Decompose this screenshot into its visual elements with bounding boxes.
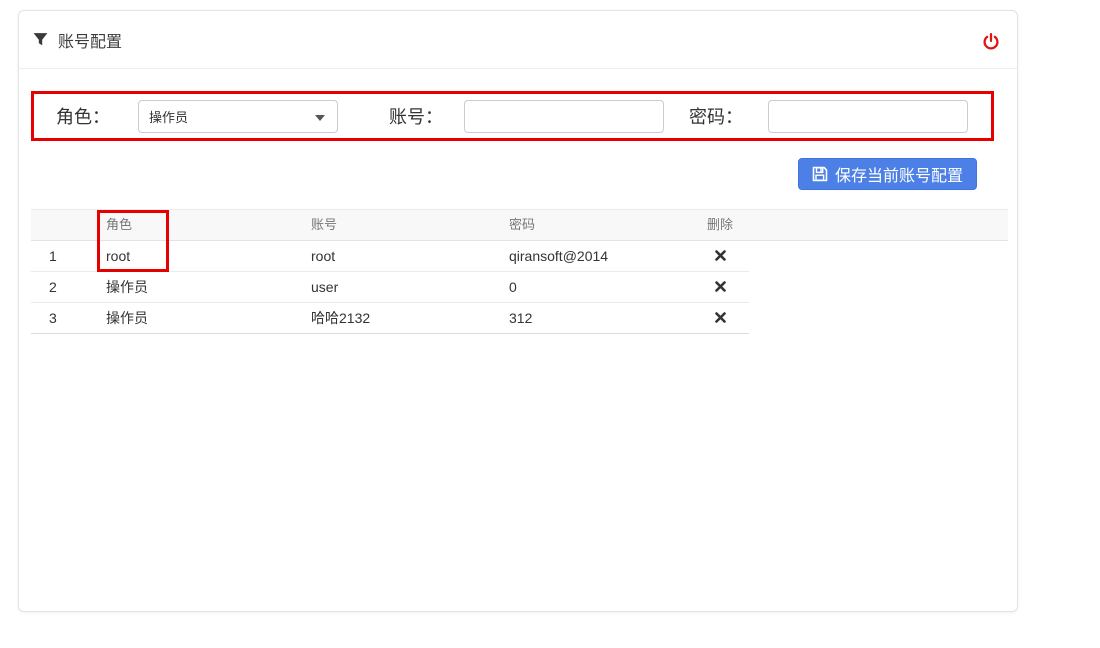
save-button-label: 保存当前账号配置	[835, 162, 963, 186]
row-index: 2	[49, 272, 57, 302]
password-input[interactable]	[768, 100, 968, 133]
row-password: 0	[509, 272, 517, 302]
row-password: qiransoft@2014	[509, 241, 608, 271]
column-header-role: 角色	[106, 210, 132, 240]
row-account: 哈哈2132	[311, 303, 370, 333]
table-header-row: 角色 账号 密码 删除	[31, 209, 1008, 241]
delete-x-icon[interactable]	[715, 250, 726, 261]
account-input[interactable]	[464, 100, 664, 133]
column-header-delete: 删除	[707, 210, 733, 240]
password-label: 密码：	[689, 103, 743, 129]
row-password: 312	[509, 303, 532, 333]
row-role: 操作员	[106, 303, 148, 333]
page: { "header": { "title": "账号配置" }, "form":…	[0, 0, 1100, 648]
row-account: root	[311, 241, 335, 271]
filter-icon	[32, 31, 49, 48]
row-index: 1	[49, 241, 57, 271]
role-select[interactable]: 操作员	[138, 100, 338, 133]
column-header-account: 账号	[311, 210, 337, 240]
save-account-config-button[interactable]: 保存当前账号配置	[798, 158, 977, 190]
account-config-card: 账号配置 角色： 操作员 账号： 密码：	[18, 10, 1018, 612]
role-select-value: 操作员	[149, 107, 188, 126]
delete-x-icon[interactable]	[715, 312, 726, 323]
card-header: 账号配置	[19, 11, 1017, 69]
role-label: 角色：	[56, 103, 110, 129]
delete-x-icon[interactable]	[715, 281, 726, 292]
form-annotation-rect: 角色： 操作员 账号： 密码：	[31, 91, 994, 141]
table-row: 3 操作员 哈哈2132 312	[31, 303, 749, 334]
power-icon	[982, 33, 1000, 51]
row-account: user	[311, 272, 338, 302]
row-role: 操作员	[106, 272, 148, 302]
chevron-down-icon	[315, 115, 325, 121]
power-button[interactable]	[981, 32, 1001, 52]
row-role: root	[106, 241, 130, 271]
table-row: 1 root root qiransoft@2014	[31, 241, 749, 272]
row-index: 3	[49, 303, 57, 333]
column-header-password: 密码	[509, 210, 535, 240]
account-label: 账号：	[389, 103, 443, 129]
table-row: 2 操作员 user 0	[31, 272, 749, 303]
page-title: 账号配置	[58, 28, 122, 52]
table-body: 1 root root qiransoft@2014 2 操作员 user 0 …	[31, 241, 749, 334]
save-icon	[812, 166, 828, 182]
